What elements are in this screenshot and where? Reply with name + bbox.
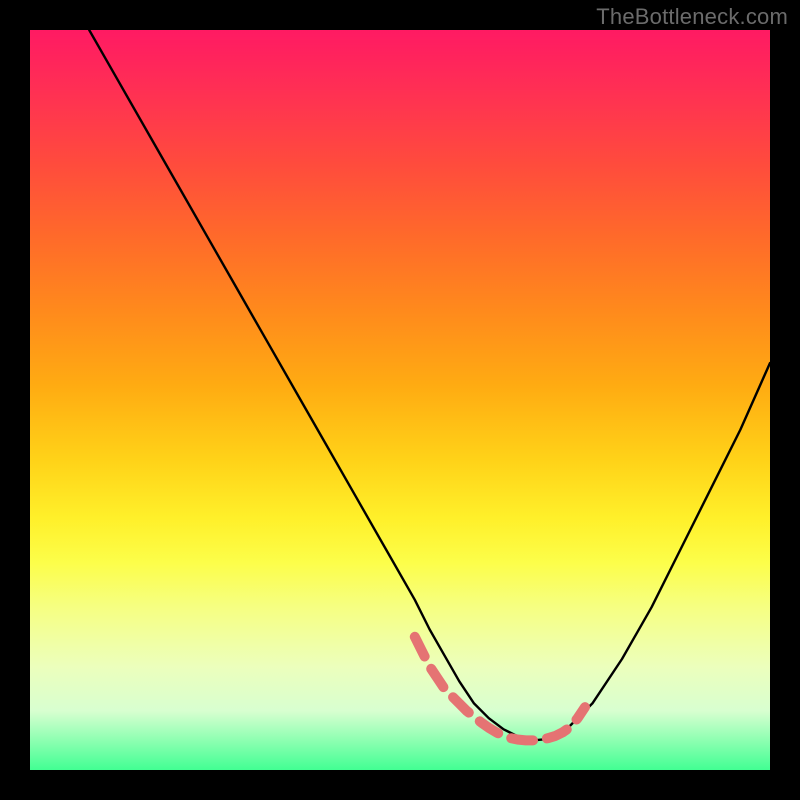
series-valley-marker <box>415 637 585 741</box>
series-container <box>89 30 770 740</box>
series-bottleneck-curve <box>89 30 770 740</box>
chart-frame: TheBottleneck.com <box>0 0 800 800</box>
plot-area <box>30 30 770 770</box>
plot-svg <box>30 30 770 770</box>
watermark-text: TheBottleneck.com <box>596 4 788 30</box>
